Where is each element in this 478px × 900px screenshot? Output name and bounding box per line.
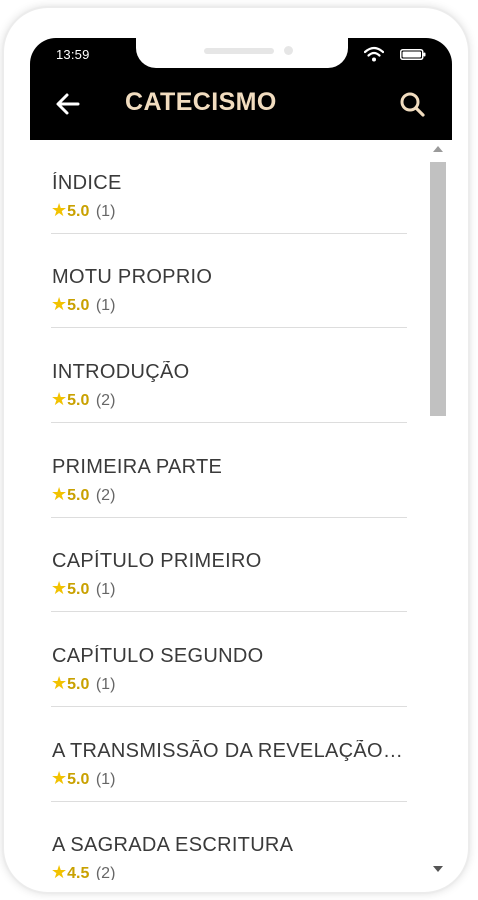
wifi-icon: [364, 46, 384, 62]
item-rating: ★5.0 (1): [51, 200, 115, 221]
item-title: ÍNDICE: [52, 172, 122, 194]
rating-value: 5.0: [67, 203, 90, 220]
divider: [51, 422, 407, 423]
battery-icon: [400, 49, 426, 60]
item-title: INTRODUÇÃO: [52, 361, 190, 383]
star-icon: ★: [51, 389, 68, 409]
item-rating: ★5.0 (1): [51, 578, 115, 599]
speaker-grille: [204, 48, 274, 54]
divider: [51, 611, 407, 612]
list-item[interactable]: A TRANSMISSÃO DA REVELAÇÃO DIVINA ★5.0 (…: [51, 708, 408, 802]
list-item[interactable]: ÍNDICE ★5.0 (1): [51, 140, 407, 234]
search-icon[interactable]: [398, 90, 426, 118]
item-rating: ★5.0 (1): [51, 768, 115, 789]
scroll-up-arrow-icon[interactable]: [433, 146, 443, 152]
rating-count: (1): [95, 297, 116, 314]
device-notch: [136, 38, 348, 68]
rating-count: (2): [95, 487, 116, 504]
rating-value: 5.0: [67, 297, 90, 314]
app-screen: 13:59 CATECISMO ÍNDICE ★5.0 (1) MOTU PRO…: [30, 38, 452, 880]
divider: [51, 706, 407, 707]
rating-value: 5.0: [67, 581, 90, 598]
list-item[interactable]: MOTU PROPRIO ★5.0 (1): [51, 234, 407, 328]
rating-value: 4.5: [67, 865, 90, 880]
camera-dot: [284, 46, 293, 55]
item-rating: ★4.5 (2): [51, 862, 115, 880]
star-icon: ★: [51, 768, 68, 788]
list-item[interactable]: PRIMEIRA PARTE ★5.0 (2): [51, 424, 407, 518]
item-rating: ★5.0 (1): [51, 673, 115, 694]
list-item[interactable]: INTRODUÇÃO ★5.0 (2): [51, 329, 407, 423]
item-title: MOTU PROPRIO: [52, 266, 213, 288]
phone-frame: 13:59 CATECISMO ÍNDICE ★5.0 (1) MOTU PRO…: [4, 8, 468, 892]
item-rating: ★5.0 (2): [51, 389, 115, 410]
item-title: PRIMEIRA PARTE: [52, 456, 223, 478]
rating-value: 5.0: [67, 771, 90, 788]
rating-count: (2): [95, 392, 116, 409]
star-icon: ★: [51, 200, 68, 220]
rating-value: 5.0: [67, 676, 90, 693]
scrollbar[interactable]: [428, 140, 452, 880]
star-icon: ★: [51, 673, 68, 693]
rating-count: (1): [95, 676, 116, 693]
item-title: CAPÍTULO SEGUNDO: [52, 645, 264, 667]
list-item[interactable]: CAPÍTULO PRIMEIRO ★5.0 (1): [51, 518, 407, 612]
scrollbar-thumb[interactable]: [430, 162, 446, 416]
star-icon: ★: [51, 862, 68, 880]
rating-count: (1): [95, 771, 116, 788]
item-rating: ★5.0 (2): [51, 484, 115, 505]
item-title: A TRANSMISSÃO DA REVELAÇÃO DIVINA: [52, 740, 408, 762]
chapter-list[interactable]: ÍNDICE ★5.0 (1) MOTU PROPRIO ★5.0 (1) IN…: [30, 140, 426, 880]
app-header: 13:59 CATECISMO: [30, 38, 452, 140]
star-icon: ★: [51, 578, 68, 598]
rating-count: (1): [95, 203, 116, 220]
item-title: A SAGRADA ESCRITURA: [52, 834, 294, 856]
divider: [51, 327, 407, 328]
star-icon: ★: [51, 294, 68, 314]
item-title: CAPÍTULO PRIMEIRO: [52, 550, 262, 572]
rating-value: 5.0: [67, 487, 90, 504]
page-title: CATECISMO: [125, 88, 277, 116]
rating-value: 5.0: [67, 392, 90, 409]
scroll-down-arrow-icon[interactable]: [433, 866, 443, 872]
item-rating: ★5.0 (1): [51, 294, 115, 315]
status-time: 13:59: [56, 47, 90, 62]
list-item[interactable]: A SAGRADA ESCRITURA ★4.5 (2): [51, 802, 407, 880]
rating-count: (2): [95, 865, 116, 880]
rating-count: (1): [95, 581, 116, 598]
star-icon: ★: [51, 484, 68, 504]
list-item[interactable]: CAPÍTULO SEGUNDO ★5.0 (1): [51, 613, 407, 707]
arrow-left-icon[interactable]: [54, 90, 82, 118]
